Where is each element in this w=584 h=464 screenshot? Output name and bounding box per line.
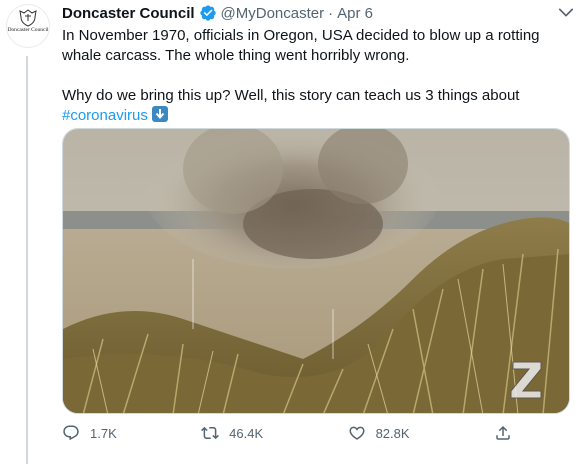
share-button[interactable] [494, 424, 512, 442]
tweet-text: In November 1970, officials in Oregon, U… [62, 26, 562, 126]
retweet-icon [201, 426, 220, 440]
thread-line [26, 56, 28, 464]
avatar[interactable]: Doncaster Council [6, 4, 50, 48]
avatar-logo-text: Doncaster Council [7, 27, 49, 33]
like-count: 82.8K [375, 425, 410, 441]
tweet-media-image[interactable] [62, 128, 570, 414]
share-icon [496, 425, 510, 440]
author-handle[interactable]: @MyDoncaster [221, 5, 325, 22]
reply-count: 1.7K [90, 425, 117, 441]
down-arrow-emoji-icon [152, 106, 169, 122]
beach-explosion-photo [63, 129, 569, 413]
tweet-text-line-2: Why do we bring this up? Well, this stor… [62, 87, 520, 104]
verified-badge-icon [199, 5, 216, 21]
reply-icon [63, 425, 79, 441]
heart-icon [349, 426, 365, 440]
hashtag-link[interactable]: #coronavirus [62, 107, 148, 124]
author-name[interactable]: Doncaster Council [62, 5, 195, 22]
tweet-text-paragraph-2: Why do we bring this up? Well, this stor… [62, 86, 562, 126]
like-button[interactable]: 82.8K [348, 424, 410, 442]
reply-button[interactable]: 1.7K [62, 424, 117, 442]
tweet-actions: 1.7K 46.4K 82.8K [62, 424, 512, 442]
tweet-text-paragraph-1: In November 1970, officials in Oregon, U… [62, 27, 540, 64]
more-icon[interactable] [556, 2, 576, 22]
tweet-header: Doncaster Council @MyDoncaster · Apr 6 [62, 4, 373, 22]
tweet-date[interactable]: Apr 6 [337, 5, 373, 22]
retweet-button[interactable]: 46.4K [201, 424, 263, 442]
crest-icon [19, 9, 37, 27]
header-separator: · [328, 4, 334, 22]
retweet-count: 46.4K [229, 425, 264, 441]
